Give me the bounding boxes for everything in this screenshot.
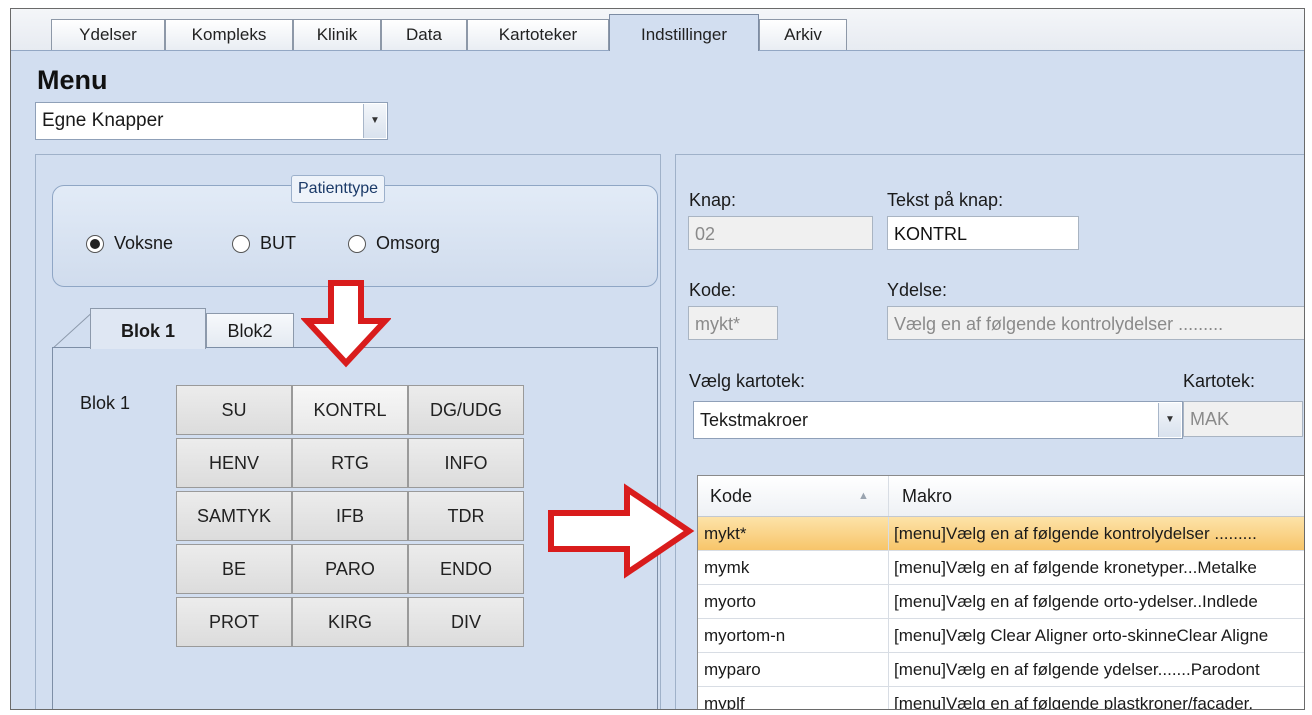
column-divider <box>888 619 889 652</box>
column-divider <box>888 551 889 584</box>
cell-kode: mymk <box>704 558 750 577</box>
cell-kode: myorto <box>704 592 756 611</box>
tab-blok-1[interactable]: Blok 1 <box>90 308 206 349</box>
column-divider <box>888 476 889 516</box>
cell-kode: myortom-n <box>704 626 786 645</box>
cell-makro: [menu]Vælg en af følgende orto-ydelser..… <box>894 592 1258 611</box>
kartotek-field: MAK <box>1183 401 1303 437</box>
table-row[interactable]: myplf [menu]Vælg en af følgende plastkro… <box>698 687 1304 710</box>
cell-makro: [menu]Vælg en af følgende ydelser.......… <box>894 660 1260 679</box>
button-tdr[interactable]: TDR <box>408 491 524 541</box>
knap-label: Knap: <box>689 190 737 210</box>
macro-table: Kode ▲ Makro mykt* [menu]Vælg en af følg… <box>697 475 1304 710</box>
left-panel: Patienttype Voksne BUT Omsorg Blok 1 Blo… <box>35 154 661 709</box>
table-row[interactable]: mykt* [menu]Vælg en af følgende kontroly… <box>698 517 1304 551</box>
column-divider <box>888 653 889 686</box>
right-arrow-annotation-icon <box>548 483 695 579</box>
button-samtyk[interactable]: SAMTYK <box>176 491 292 541</box>
chevron-down-icon[interactable]: ▼ <box>363 104 386 138</box>
button-info[interactable]: INFO <box>408 438 524 488</box>
button-su[interactable]: SU <box>176 385 292 435</box>
kode-label: Kode: <box>689 280 737 300</box>
column-header-makro[interactable]: Makro <box>890 476 1304 516</box>
tekst-label: Tekst på knap: <box>887 190 1004 210</box>
tab-indstillinger[interactable]: Indstillinger <box>609 14 759 51</box>
cell-makro: [menu]Vælg en af følgende plastkroner/fa… <box>894 694 1254 710</box>
radio-label: BUT <box>260 233 296 253</box>
cell-kode: myplf <box>704 694 745 710</box>
button-rtg[interactable]: RTG <box>292 438 408 488</box>
sort-ascending-icon: ▲ <box>858 490 869 502</box>
button-be[interactable]: BE <box>176 544 292 594</box>
table-row[interactable]: mymk [menu]Vælg en af følgende kronetype… <box>698 551 1304 585</box>
cell-makro: [menu]Vælg Clear Aligner orto-skinneClea… <box>894 626 1269 645</box>
button-kontrl[interactable]: KONTRL <box>292 385 408 435</box>
tekst-field[interactable]: KONTRL <box>887 216 1079 250</box>
radio-label: Voksne <box>114 233 174 253</box>
button-dg-udg[interactable]: DG/UDG <box>408 385 524 435</box>
tab-klinik[interactable]: Klinik <box>293 19 381 50</box>
down-arrow-annotation-icon <box>301 280 391 368</box>
menu-select[interactable]: Egne Knapper ▼ <box>35 102 388 140</box>
page-title: Menu <box>37 65 108 95</box>
cell-kode: mykt* <box>704 524 747 543</box>
radio-unchecked-icon <box>348 234 366 253</box>
button-henv[interactable]: HENV <box>176 438 292 488</box>
column-header-kode[interactable]: Kode ▲ <box>698 476 888 516</box>
button-paro[interactable]: PARO <box>292 544 408 594</box>
button-ifb[interactable]: IFB <box>292 491 408 541</box>
ydelse-label: Ydelse: <box>887 280 948 300</box>
tab-kompleks[interactable]: Kompleks <box>165 19 293 50</box>
button-prot[interactable]: PROT <box>176 597 292 647</box>
radio-label: Omsorg <box>376 233 441 253</box>
kode-field: mykt* <box>688 306 778 340</box>
table-row[interactable]: myorto [menu]Vælg en af følgende orto-yd… <box>698 585 1304 619</box>
cell-makro: [menu]Vælg en af følgende kronetyper...M… <box>894 558 1257 577</box>
tab-data[interactable]: Data <box>381 19 467 50</box>
button-kirg[interactable]: KIRG <box>292 597 408 647</box>
column-divider <box>888 517 889 550</box>
table-header: Kode ▲ Makro <box>698 476 1304 517</box>
kartotek-select-value: Tekstmakroer <box>700 410 809 430</box>
radio-but[interactable]: BUT <box>232 233 296 254</box>
main-tab-strip: Ydelser Kompleks Klinik Data Kartoteker … <box>11 9 1304 51</box>
column-divider <box>888 687 889 709</box>
patienttype-title: Patienttype <box>291 175 386 203</box>
column-header-label: Kode <box>710 486 753 506</box>
blok-label: Blok 1 <box>80 393 131 413</box>
tab-blok-2[interactable]: Blok2 <box>206 313 294 348</box>
radio-unchecked-icon <box>232 234 250 253</box>
knap-field: 02 <box>688 216 873 250</box>
ydelse-field: Vælg en af følgende kontrolydelser .....… <box>887 306 1304 340</box>
cell-makro: [menu]Vælg en af følgende kontrolydelser… <box>894 524 1257 543</box>
radio-voksne[interactable]: Voksne <box>86 233 173 254</box>
tab-arkiv[interactable]: Arkiv <box>759 19 847 50</box>
cell-kode: myparo <box>704 660 761 679</box>
column-divider <box>888 585 889 618</box>
tab-kartoteker[interactable]: Kartoteker <box>467 19 609 50</box>
button-endo[interactable]: ENDO <box>408 544 524 594</box>
app-window: Ydelser Kompleks Klinik Data Kartoteker … <box>10 8 1305 710</box>
menu-select-value: Egne Knapper <box>42 110 164 131</box>
button-div[interactable]: DIV <box>408 597 524 647</box>
tab-ydelser[interactable]: Ydelser <box>51 19 165 50</box>
chevron-down-icon[interactable]: ▼ <box>1158 403 1181 437</box>
radio-checked-icon <box>86 234 104 253</box>
kartotek-select[interactable]: Tekstmakroer ▼ <box>693 401 1183 439</box>
kartotek-choose-label: Vælg kartotek: <box>689 371 806 391</box>
radio-omsorg[interactable]: Omsorg <box>348 233 440 254</box>
kartotek-label: Kartotek: <box>1183 371 1256 391</box>
table-row[interactable]: myortom-n [menu]Vælg Clear Aligner orto-… <box>698 619 1304 653</box>
table-row[interactable]: myparo [menu]Vælg en af følgende ydelser… <box>698 653 1304 687</box>
